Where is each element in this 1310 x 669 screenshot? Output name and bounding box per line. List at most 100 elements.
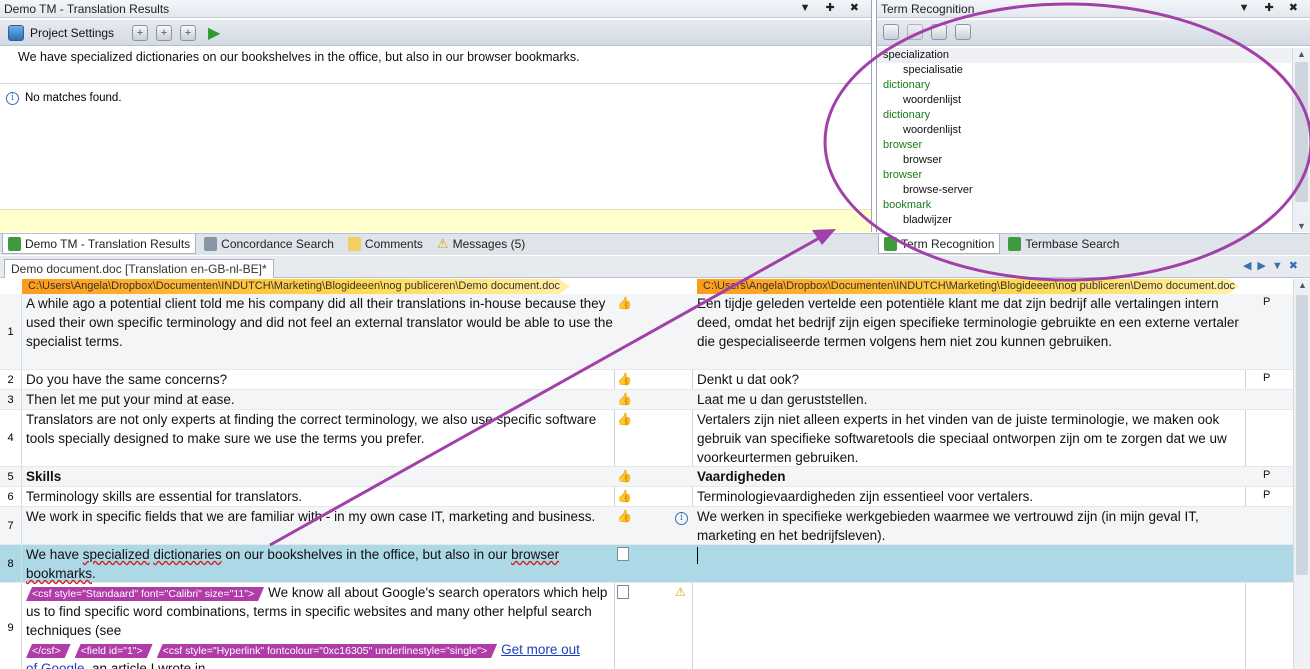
- tab-concordance-search[interactable]: Concordance Search: [198, 234, 340, 254]
- recognized-term: browser: [511, 547, 560, 562]
- warning-icon: ⚠: [436, 236, 449, 251]
- tm-add-icon[interactable]: +: [132, 25, 148, 41]
- segment-row[interactable]: 5 Skills 👍 Vaardigheden P: [0, 467, 1293, 487]
- term-target[interactable]: woordenlijst: [877, 123, 1293, 138]
- scrollbar-thumb[interactable]: [1295, 62, 1308, 202]
- term-source[interactable]: dictionary: [877, 108, 1293, 123]
- tab-comments[interactable]: Comments: [342, 234, 429, 254]
- segment-target[interactable]: We werken in specifieke werkgebieden waa…: [697, 507, 1242, 545]
- segment-target[interactable]: Een tijdje geleden vertelde een potentië…: [697, 294, 1242, 351]
- segment-row-active[interactable]: 8 We have specialized dictionaries on ou…: [0, 545, 1293, 583]
- segment-flag: P: [1263, 372, 1271, 384]
- segment-target[interactable]: Terminologievaardigheden zijn essentieel…: [697, 487, 1242, 506]
- segment-number: 9: [0, 583, 22, 669]
- term-pane-title: Term Recognition: [881, 2, 975, 16]
- scroll-up-icon[interactable]: ▲: [1298, 280, 1307, 290]
- tab-term-recognition[interactable]: Term Recognition: [878, 234, 1001, 254]
- tm-add-icon-3[interactable]: +: [180, 25, 196, 41]
- segment-target[interactable]: Laat me u dan geruststellen.: [697, 390, 1242, 409]
- right-pane-tabs: Term Recognition Termbase Search: [876, 233, 1310, 255]
- segment-target[interactable]: Vaardigheden: [697, 467, 1242, 486]
- confirmed-thumb-icon: 👍: [617, 412, 632, 426]
- comments-icon: [347, 237, 361, 251]
- segment-status: 👍: [617, 392, 635, 407]
- term-target[interactable]: woordenlijst: [877, 93, 1293, 108]
- term-target[interactable]: specialisatie: [877, 63, 1293, 78]
- segment-status: 👍: [617, 412, 635, 427]
- term-edit-icon[interactable]: [907, 24, 923, 40]
- text-cursor: [697, 546, 698, 564]
- termbase-icon: [884, 236, 897, 251]
- term-tree-icon[interactable]: [931, 24, 947, 40]
- term-copy-icon[interactable]: [883, 24, 899, 40]
- segment-number: 4: [0, 410, 22, 466]
- term-source[interactable]: specialization: [877, 48, 1293, 63]
- hyperlink-text[interactable]: Get more out: [501, 642, 580, 657]
- editor-scrollbar[interactable]: ▲: [1293, 279, 1310, 669]
- segment-status: [617, 547, 635, 562]
- term-target[interactable]: bladwijzer: [877, 213, 1293, 228]
- segment-row[interactable]: 7 We work in specific fields that we are…: [0, 507, 1293, 545]
- term-recognition-title-bar: Term Recognition ▼ ✚ ✖: [877, 0, 1310, 18]
- term-pane-window-controls[interactable]: ▼ ✚ ✖: [1239, 1, 1304, 14]
- term-target[interactable]: browse-server: [877, 183, 1293, 198]
- tab-translation-results[interactable]: Demo TM - Translation Results: [2, 234, 197, 254]
- segment-flag: P: [1263, 296, 1271, 308]
- segment-number: 7: [0, 507, 22, 544]
- confirmed-thumb-icon: 👍: [617, 372, 632, 386]
- segment-flag: P: [1263, 469, 1271, 481]
- segment-number: 5: [0, 467, 22, 486]
- segment-target-editor[interactable]: [697, 545, 1242, 564]
- segment-row[interactable]: 3 Then let me put your mind at ease. 👍 L…: [0, 390, 1293, 410]
- info-icon: i: [6, 92, 19, 105]
- info-icon[interactable]: i: [675, 509, 688, 525]
- document-tab-controls[interactable]: ◀▶▼✖: [1243, 259, 1304, 272]
- term-source[interactable]: bookmark: [877, 198, 1293, 213]
- segment-row[interactable]: 6 Terminology skills are essential for t…: [0, 487, 1293, 507]
- term-target[interactable]: browser: [877, 153, 1293, 168]
- term-source[interactable]: browser: [877, 138, 1293, 153]
- term-list-scrollbar[interactable]: ▲ ▼: [1292, 48, 1310, 232]
- tab-label: Demo TM - Translation Results: [25, 236, 191, 251]
- term-recognition-toolbar: [877, 20, 1310, 46]
- confirmed-thumb-icon: 👍: [617, 392, 632, 406]
- segment-row[interactable]: 1 A while ago a potential client told me…: [0, 294, 1293, 370]
- document-tab[interactable]: Demo document.doc [Translation en-GB-nl-…: [4, 259, 274, 278]
- format-tag: <csf style="Standaard" font="Calibri" si…: [26, 587, 264, 601]
- play-icon[interactable]: ▶: [208, 23, 220, 43]
- term-book-icon[interactable]: [955, 24, 971, 40]
- tab-label: Term Recognition: [901, 236, 995, 251]
- segment-number: 6: [0, 487, 22, 506]
- hyperlink-text[interactable]: of Google: [26, 661, 85, 669]
- tm-add-icon-2[interactable]: +: [156, 25, 172, 41]
- editor-grid: C:\Users\Angela\Dropbox\Documenten\INDUT…: [0, 279, 1310, 669]
- segment-flag: P: [1263, 489, 1271, 501]
- recognized-term: bookmarks: [26, 566, 93, 581]
- tab-termbase-search[interactable]: Termbase Search: [1002, 234, 1125, 254]
- segment-source: We have specialized dictionaries on our …: [26, 547, 560, 581]
- tab-messages[interactable]: ⚠ Messages (5): [431, 234, 531, 254]
- warning-icon[interactable]: ⚠: [675, 585, 686, 599]
- left-pane-tabs: Demo TM - Translation Results Concordanc…: [0, 233, 876, 255]
- segment-row[interactable]: 9 <csf style="Standaard" font="Calibri" …: [0, 583, 1293, 669]
- segment-source: Translators are not only experts at find…: [26, 412, 597, 446]
- pane-window-controls[interactable]: ▼ ✚ ✖: [800, 1, 865, 14]
- scrollbar-thumb[interactable]: [1296, 295, 1308, 575]
- segment-target[interactable]: Denkt u dat ook?: [697, 370, 1242, 389]
- term-source[interactable]: browser: [877, 168, 1293, 183]
- source-file-path: C:\Users\Angela\Dropbox\Documenten\INDUT…: [22, 279, 570, 294]
- translation-results-toolbar: Project Settings + + + ▶: [0, 20, 871, 46]
- confirmed-thumb-icon: 👍: [617, 296, 632, 310]
- scroll-up-icon[interactable]: ▲: [1297, 49, 1306, 59]
- project-settings-button[interactable]: Project Settings: [4, 23, 118, 43]
- segment-number: 1: [0, 294, 22, 369]
- segment-number: 8: [0, 545, 22, 582]
- scroll-down-icon[interactable]: ▼: [1297, 221, 1306, 231]
- segment-row[interactable]: 4 Translators are not only experts at fi…: [0, 410, 1293, 467]
- term-list: specialization specialisatie dictionary …: [877, 48, 1293, 232]
- tab-label: Comments: [364, 237, 423, 251]
- segment-row[interactable]: 2 Do you have the same concerns? 👍 Denkt…: [0, 370, 1293, 390]
- term-source[interactable]: dictionary: [877, 78, 1293, 93]
- segment-target[interactable]: Vertalers zijn niet alleen experts in he…: [697, 410, 1242, 467]
- settings-icon: [8, 25, 24, 41]
